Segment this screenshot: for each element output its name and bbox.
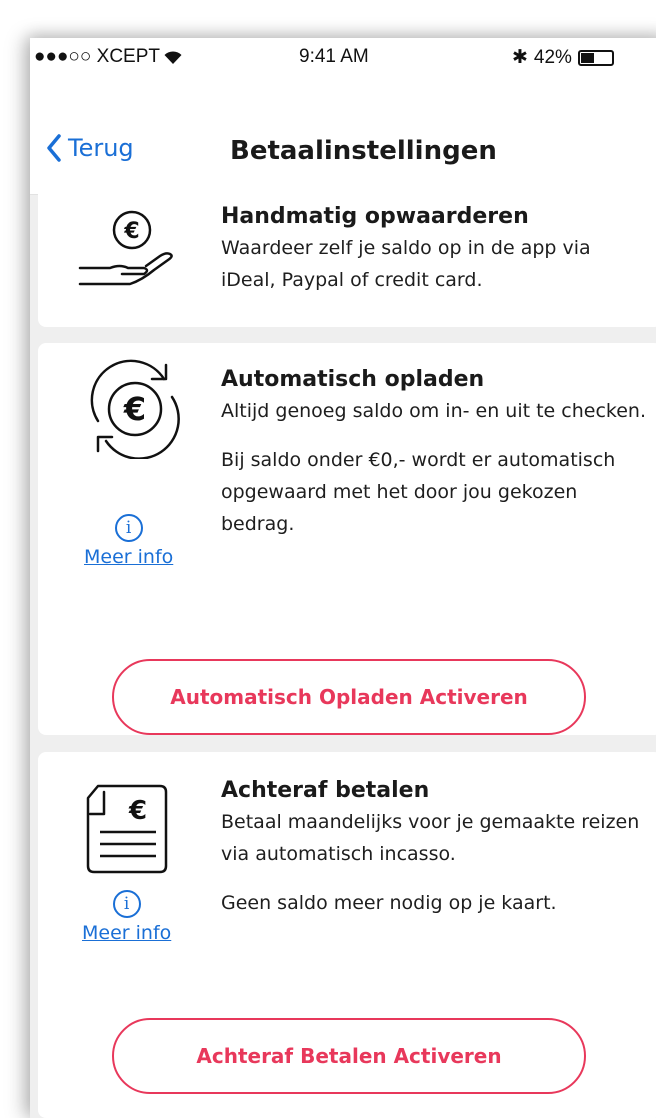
- manual-text: Handmatig opwaarderen Waardeer zelf je s…: [221, 202, 648, 296]
- afterpay-title: Achteraf betalen: [221, 778, 430, 803]
- nav-bar: Terug Betaalinstellingen: [30, 76, 656, 195]
- info-icon: i: [112, 890, 141, 918]
- card-auto-reload: € Automatisch opladen Altijd genoeg sald…: [38, 343, 656, 735]
- status-bar: ●●●○○ XCEPT 9:41 AM ✱ 42%: [30, 38, 656, 76]
- battery-percent: 42%: [533, 46, 572, 68]
- bluetooth-icon: ✱: [512, 47, 528, 68]
- status-time: 9:41 AM: [299, 46, 369, 67]
- svg-text:€: €: [128, 796, 147, 826]
- auto-text: Automatisch opladen Altijd genoeg saldo …: [221, 365, 648, 540]
- auto-more-info-link[interactable]: Meer info: [84, 546, 173, 568]
- afterpay-more-info-link[interactable]: Meer info: [82, 922, 171, 944]
- svg-text:€: €: [123, 219, 139, 244]
- activate-afterpay-button[interactable]: Achteraf Betalen Activeren: [112, 1018, 586, 1094]
- card-manual-topup[interactable]: € Handmatig opwaarderen Waardeer zelf je…: [38, 182, 656, 327]
- auto-more-info[interactable]: i Meer info: [84, 514, 173, 568]
- afterpay-description: Betaal maandelijks voor je gemaakte reiz…: [221, 811, 640, 865]
- battery-fill: [580, 52, 595, 63]
- afterpay-text: Achteraf betalen Betaal maandelijks voor…: [221, 776, 648, 919]
- auto-description: Altijd genoeg saldo om in- en uit te che…: [221, 400, 647, 422]
- manual-title: Handmatig opwaarderen: [221, 204, 529, 229]
- euro-invoice-icon: €: [82, 784, 172, 878]
- carrier-label: ●●●○○ XCEPT: [34, 46, 161, 67]
- afterpay-description-extra: Geen saldo meer nodig op je kaart.: [221, 892, 557, 914]
- activate-auto-reload-button[interactable]: Automatisch Opladen Activeren: [112, 659, 586, 735]
- euro-refresh-icon: €: [78, 359, 188, 463]
- back-button[interactable]: Terug: [46, 134, 134, 162]
- wifi-icon: [164, 51, 182, 64]
- auto-title: Automatisch opladen: [221, 367, 485, 392]
- hand-euro-coin-icon: €: [76, 208, 178, 292]
- svg-text:€: €: [123, 390, 146, 428]
- info-icon: i: [114, 514, 143, 542]
- manual-description: Waardeer zelf je saldo op in de app via …: [221, 237, 591, 291]
- status-right: ✱ 42%: [512, 46, 614, 69]
- back-label: Terug: [68, 134, 134, 162]
- auto-description-extra: Bij saldo onder €0,- wordt er automatisc…: [221, 449, 616, 535]
- page-title: Betaalinstellingen: [230, 136, 497, 166]
- phone-screen: ●●●○○ XCEPT 9:41 AM ✱ 42% Terug Betaalin…: [30, 38, 656, 1118]
- battery-icon: [577, 49, 614, 66]
- carrier-signal: ●●●○○ XCEPT: [34, 46, 183, 68]
- chevron-left-icon: [47, 134, 61, 162]
- card-afterpay: € Achteraf betalen Betaal maandelijks vo…: [38, 752, 656, 1118]
- afterpay-more-info[interactable]: i Meer info: [82, 890, 171, 944]
